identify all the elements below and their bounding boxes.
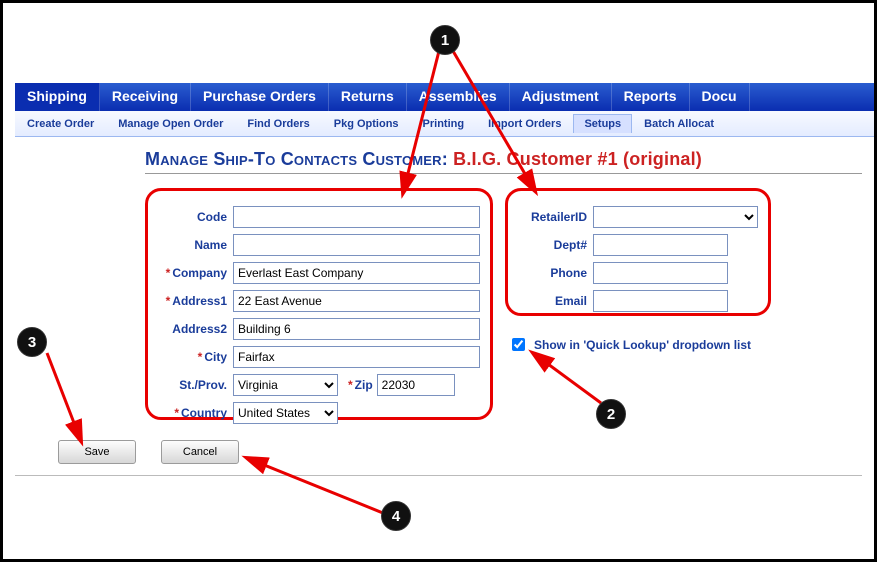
dept-input[interactable]	[593, 234, 728, 256]
nav-shipping[interactable]: Shipping	[15, 83, 100, 111]
retailer-form-box: RetailerID Dept# Phone Email	[505, 188, 771, 316]
quick-lookup-checkbox[interactable]	[512, 338, 525, 351]
annotation-badge-2: 2	[596, 399, 626, 429]
code-input[interactable]	[233, 206, 480, 228]
shipto-form-box: Code Name *Company *Address1 Address2 *C…	[145, 188, 493, 420]
subnav-manage-open-order[interactable]: Manage Open Order	[106, 114, 235, 134]
nav-returns[interactable]: Returns	[329, 83, 407, 111]
phone-label: Phone	[518, 266, 593, 280]
name-input[interactable]	[233, 234, 480, 256]
nav-reports[interactable]: Reports	[612, 83, 690, 111]
stprov-label: St./Prov.	[158, 378, 233, 392]
page-title: Manage Ship-To Contacts Customer: B.I.G.…	[145, 149, 862, 174]
subnav-setups[interactable]: Setups	[573, 114, 632, 133]
country-select[interactable]: United States	[233, 402, 338, 424]
address1-input[interactable]	[233, 290, 480, 312]
email-input[interactable]	[593, 290, 728, 312]
phone-input[interactable]	[593, 262, 728, 284]
subnav-create-order[interactable]: Create Order	[15, 114, 106, 134]
annotation-badge-1: 1	[430, 25, 460, 55]
subnav-batch-allocate[interactable]: Batch Allocat	[632, 114, 726, 134]
zip-label: *Zip	[338, 378, 377, 392]
quick-lookup-row: Show in 'Quick Lookup' dropdown list	[508, 335, 751, 354]
nav-assemblies[interactable]: Assemblies	[407, 83, 510, 111]
dept-label: Dept#	[518, 238, 593, 252]
nav-receiving[interactable]: Receiving	[100, 83, 191, 111]
email-label: Email	[518, 294, 593, 308]
city-input[interactable]	[233, 346, 480, 368]
company-label: *Company	[158, 266, 233, 280]
quick-lookup-label: Show in 'Quick Lookup' dropdown list	[534, 338, 751, 352]
city-label: *City	[158, 350, 233, 364]
address2-input[interactable]	[233, 318, 480, 340]
address1-label: *Address1	[158, 294, 233, 308]
sub-navbar: Create Order Manage Open Order Find Orde…	[15, 111, 874, 137]
customer-label: Customer:	[362, 149, 453, 169]
retailerid-select[interactable]	[593, 206, 758, 228]
subnav-pkg-options[interactable]: Pkg Options	[322, 114, 411, 134]
subnav-find-orders[interactable]: Find Orders	[235, 114, 321, 134]
annotation-badge-3: 3	[17, 327, 47, 357]
code-label: Code	[158, 210, 233, 224]
nav-purchase-orders[interactable]: Purchase Orders	[191, 83, 329, 111]
subnav-printing[interactable]: Printing	[411, 114, 477, 134]
address2-label: Address2	[158, 322, 233, 336]
nav-adjustment[interactable]: Adjustment	[510, 83, 612, 111]
customer-name: B.I.G. Customer #1 (original)	[453, 149, 702, 169]
horizontal-rule	[15, 475, 862, 476]
zip-input[interactable]	[377, 374, 455, 396]
country-label: *Country	[158, 406, 233, 420]
page-heading: Manage Ship-To Contacts	[145, 149, 362, 169]
annotation-badge-4: 4	[381, 501, 411, 531]
cancel-button[interactable]: Cancel	[161, 440, 239, 464]
stprov-select[interactable]: Virginia	[233, 374, 338, 396]
company-input[interactable]	[233, 262, 480, 284]
retailerid-label: RetailerID	[518, 210, 593, 224]
save-button[interactable]: Save	[58, 440, 136, 464]
subnav-import-orders[interactable]: Import Orders	[476, 114, 573, 134]
name-label: Name	[158, 238, 233, 252]
app-frame: Shipping Receiving Purchase Orders Retur…	[0, 0, 877, 562]
nav-documents[interactable]: Docu	[690, 83, 750, 111]
main-navbar: Shipping Receiving Purchase Orders Retur…	[15, 83, 874, 111]
